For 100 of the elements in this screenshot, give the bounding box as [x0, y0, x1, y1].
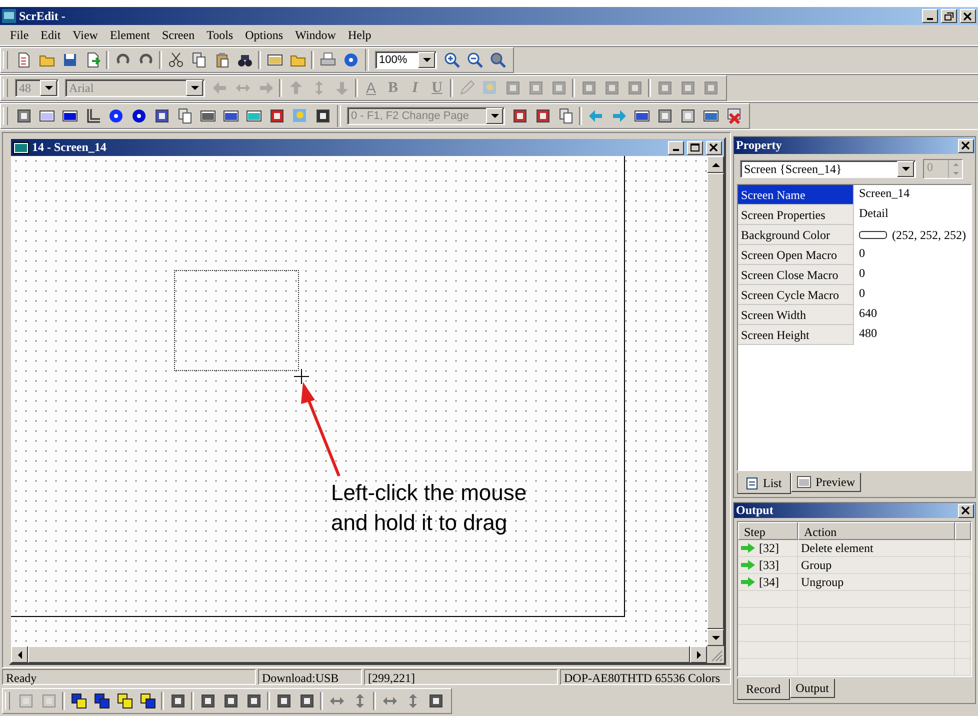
copy-icon[interactable]	[190, 52, 206, 68]
binoculars-icon[interactable]	[236, 52, 252, 68]
status-text: Ready	[2, 669, 256, 685]
caret-icon	[422, 58, 430, 62]
panel-tab[interactable]: Record	[737, 679, 790, 700]
crosshair-cursor-icon	[294, 369, 309, 384]
color-swatch[interactable]	[859, 231, 887, 239]
bring-front-icon[interactable]	[70, 693, 86, 709]
caret-icon	[190, 86, 198, 90]
property-value: 0	[858, 245, 866, 262]
close-button[interactable]	[706, 140, 722, 154]
close-button[interactable]	[958, 138, 974, 152]
save-icon[interactable]	[62, 52, 78, 68]
table-cell: [33]	[759, 557, 779, 573]
maximize-button[interactable]	[687, 140, 703, 154]
send-backward-icon[interactable]	[116, 693, 132, 709]
send-back-icon[interactable]	[140, 693, 156, 709]
line-icon[interactable]	[84, 108, 100, 124]
arrow-right-icon	[741, 560, 755, 570]
caret-icon	[490, 114, 498, 118]
column-header[interactable]: Action	[798, 522, 955, 540]
property-value: (252, 252, 252)	[892, 226, 966, 244]
property-name[interactable]: Screen Open Macro	[738, 245, 854, 265]
menu-item[interactable]: Window	[289, 28, 342, 42]
restore-button[interactable]	[941, 9, 957, 23]
panel-tab[interactable]: Preview	[790, 473, 861, 492]
property-value: 0	[858, 285, 866, 302]
property-name[interactable]: Screen Cycle Macro	[738, 285, 854, 305]
scroll-up-icon[interactable]	[712, 162, 720, 166]
column-header[interactable]: Step	[738, 522, 798, 540]
connection-status: Download:USB	[258, 669, 362, 685]
table-cell: [34]	[759, 574, 779, 590]
paste-icon[interactable]	[214, 52, 230, 68]
device-info: DOP-AE80THTD 65536 Colors	[560, 669, 731, 685]
printer-icon[interactable]	[320, 52, 336, 68]
cursor-position: [299,221]	[364, 669, 558, 685]
property-name[interactable]: Screen Height	[738, 325, 854, 345]
property-name[interactable]: Background Color	[738, 225, 854, 245]
close-button[interactable]	[958, 504, 974, 518]
property-name[interactable]: Screen Properties	[738, 205, 854, 225]
scroll-left-icon[interactable]	[18, 650, 22, 658]
close-icon	[961, 141, 971, 150]
delete-icon[interactable]	[726, 108, 742, 124]
window-icon[interactable]	[266, 52, 282, 68]
object-select[interactable]: Screen {Screen_14}	[740, 160, 916, 178]
window-icon[interactable]	[702, 108, 718, 124]
panel-tab[interactable]: Output	[790, 679, 835, 698]
minimize-icon	[673, 149, 679, 151]
bring-forward-icon[interactable]	[94, 693, 110, 709]
app-icon	[2, 9, 16, 23]
panel-title: Property	[736, 138, 782, 153]
menu-item[interactable]: Edit	[34, 28, 67, 42]
scroll-down-icon[interactable]	[712, 636, 720, 640]
minimize-button[interactable]	[922, 9, 938, 23]
property-value: Detail	[858, 205, 890, 222]
panel-tab[interactable]: List	[737, 473, 791, 494]
table-cell: [32]	[759, 540, 779, 556]
maximize-icon	[690, 143, 700, 152]
annotation-text: Left-click the mouse and hold it to drag	[331, 479, 527, 537]
arrow-right-icon	[741, 543, 755, 553]
clipboard-icon	[746, 476, 758, 490]
property-value: Screen_14	[858, 185, 911, 202]
panel-title: Output	[736, 503, 774, 518]
property-name[interactable]: Screen Name	[738, 185, 854, 205]
circle-icon[interactable]	[130, 108, 146, 124]
close-icon	[961, 506, 971, 515]
minimize-button[interactable]	[668, 140, 684, 154]
menu-item[interactable]: Help	[342, 28, 378, 42]
arrow-right-icon	[741, 577, 755, 587]
scroll-right-icon[interactable]	[696, 650, 700, 658]
document-icon[interactable]	[16, 52, 32, 68]
table-cell: Delete element	[798, 540, 955, 556]
property-value: 0	[858, 265, 866, 282]
window-icon	[796, 476, 811, 488]
zoom-in-icon[interactable]	[444, 52, 460, 68]
close-icon	[963, 12, 973, 20]
property-name[interactable]: Screen Width	[738, 305, 854, 325]
menu-item[interactable]: Element	[104, 28, 156, 42]
resize-grip-icon[interactable]	[709, 648, 723, 662]
zoom-select[interactable]: 100%	[375, 51, 437, 69]
menu-item[interactable]: View	[66, 28, 104, 42]
horizontal-scrollbar[interactable]	[11, 646, 707, 663]
property-name[interactable]: Screen Close Macro	[738, 265, 854, 285]
menu-item[interactable]: File	[4, 28, 35, 42]
menu-item[interactable]: Tools	[200, 28, 240, 42]
minimize-icon	[927, 18, 933, 20]
export-icon[interactable]	[84, 52, 100, 68]
property-value: 480	[858, 325, 878, 342]
cut-icon[interactable]	[168, 52, 184, 68]
menu-item[interactable]: Screen	[156, 28, 201, 42]
menu-item[interactable]: Options	[239, 28, 290, 42]
screen-window-title: 14 - Screen_14	[32, 140, 106, 155]
vertical-scrollbar[interactable]	[707, 156, 724, 646]
property-value: 640	[858, 305, 878, 322]
window-title: ScrEdit -	[19, 8, 66, 24]
close-icon	[709, 143, 719, 152]
zoom-out-icon[interactable]	[466, 52, 482, 68]
magnifier-icon[interactable]	[490, 52, 506, 68]
table-cell: Ungroup	[798, 574, 955, 590]
close-button[interactable]	[960, 9, 976, 23]
